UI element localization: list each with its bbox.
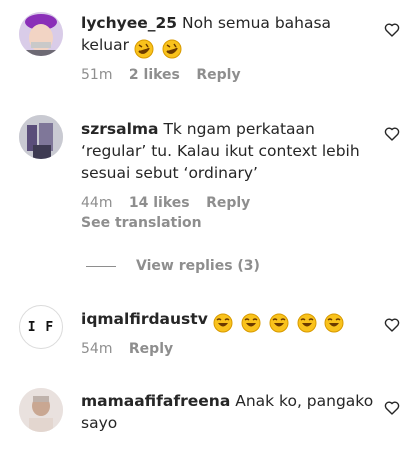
emoji-row — [134, 37, 185, 59]
comment-time: 44m — [81, 195, 113, 211]
comment-username[interactable]: mamaafifafreena — [81, 392, 230, 410]
comment-body: mamaafifafreena Anak ko, pangako sayo — [81, 390, 377, 434]
view-replies-label[interactable]: View replies (3) — [136, 258, 260, 274]
comment-time: 51m — [81, 67, 113, 83]
likes-count[interactable]: 2 likes — [129, 67, 180, 83]
heart-icon[interactable] — [384, 317, 400, 333]
laughing-emoji-icon — [269, 313, 289, 332]
heart-icon[interactable] — [384, 126, 400, 142]
avatar[interactable] — [19, 12, 63, 56]
heart-icon[interactable] — [384, 22, 400, 38]
rofl-emoji-icon — [162, 39, 182, 58]
comment-meta: 51m 2 likes Reply — [81, 67, 253, 83]
reply-button[interactable]: Reply — [129, 341, 173, 357]
laughing-emoji-icon — [213, 313, 233, 332]
comment-item: lychyee_25 Noh semua bahasa keluar 51m 2… — [0, 0, 417, 100]
comment-item: szrsalma Tk ngam perkataan ‘regular’ tu.… — [0, 100, 417, 290]
avatar[interactable]: I F — [19, 305, 63, 349]
emoji-row — [213, 311, 348, 333]
likes-count[interactable]: 14 likes — [129, 195, 190, 211]
comment-meta: 54m Reply — [81, 341, 185, 357]
see-translation-link[interactable]: See translation — [81, 215, 202, 231]
avatar[interactable] — [19, 115, 63, 159]
comment-item: I F iqmalfirdaustv 54m Reply — [0, 290, 417, 370]
avatar[interactable] — [19, 388, 63, 432]
comment-meta: 44m 14 likes Reply — [81, 195, 262, 211]
comment-body: iqmalfirdaustv — [81, 308, 377, 333]
comment-body: szrsalma Tk ngam perkataan ‘regular’ tu.… — [81, 118, 377, 184]
comment-username[interactable]: szrsalma — [81, 120, 159, 138]
heart-icon[interactable] — [384, 400, 400, 416]
comment-username[interactable]: iqmalfirdaustv — [81, 310, 208, 328]
avatar-initials: I F — [27, 319, 55, 335]
laughing-emoji-icon — [241, 313, 261, 332]
comment-body: lychyee_25 Noh semua bahasa keluar — [81, 12, 377, 59]
view-replies-button[interactable]: View replies (3) — [86, 258, 260, 274]
comment-item: mamaafifafreena Anak ko, pangako sayo — [0, 370, 417, 454]
comment-username[interactable]: lychyee_25 — [81, 14, 177, 32]
reply-button[interactable]: Reply — [206, 195, 250, 211]
reply-button[interactable]: Reply — [196, 67, 240, 83]
divider-line — [86, 265, 116, 267]
comment-time: 54m — [81, 341, 113, 357]
laughing-emoji-icon — [324, 313, 344, 332]
rofl-emoji-icon — [134, 39, 154, 58]
laughing-emoji-icon — [297, 313, 317, 332]
